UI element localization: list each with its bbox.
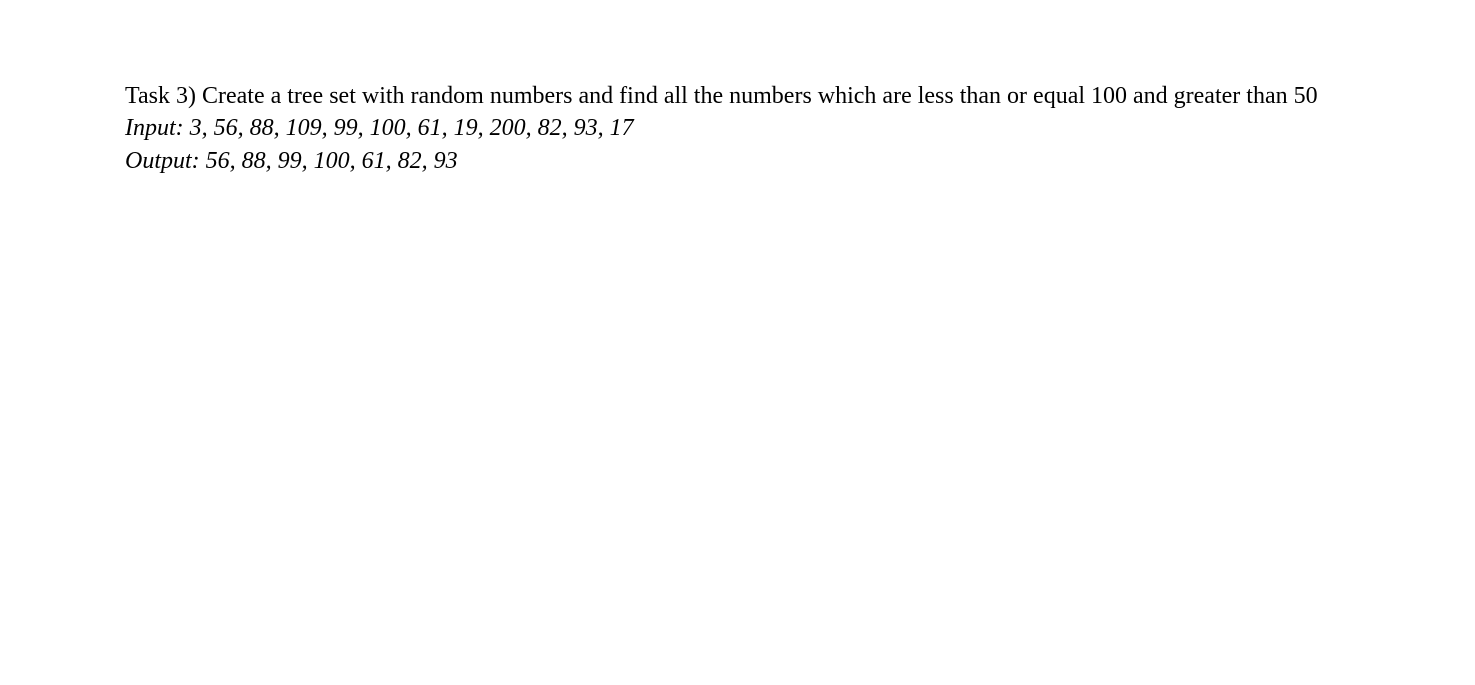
output-values: 56, 88, 99, 100, 61, 82, 93	[206, 148, 458, 174]
task-input-line: Input: 3, 56, 88, 109, 99, 100, 61, 19, …	[125, 112, 1350, 144]
output-label: Output:	[125, 148, 200, 174]
task-description: Task 3) Create a tree set with random nu…	[125, 80, 1350, 112]
task-output-line: Output: 56, 88, 99, 100, 61, 82, 93	[125, 145, 1350, 177]
document-content: Task 3) Create a tree set with random nu…	[0, 0, 1475, 177]
input-label: Input:	[125, 115, 184, 141]
input-values: 3, 56, 88, 109, 99, 100, 61, 19, 200, 82…	[190, 115, 634, 141]
